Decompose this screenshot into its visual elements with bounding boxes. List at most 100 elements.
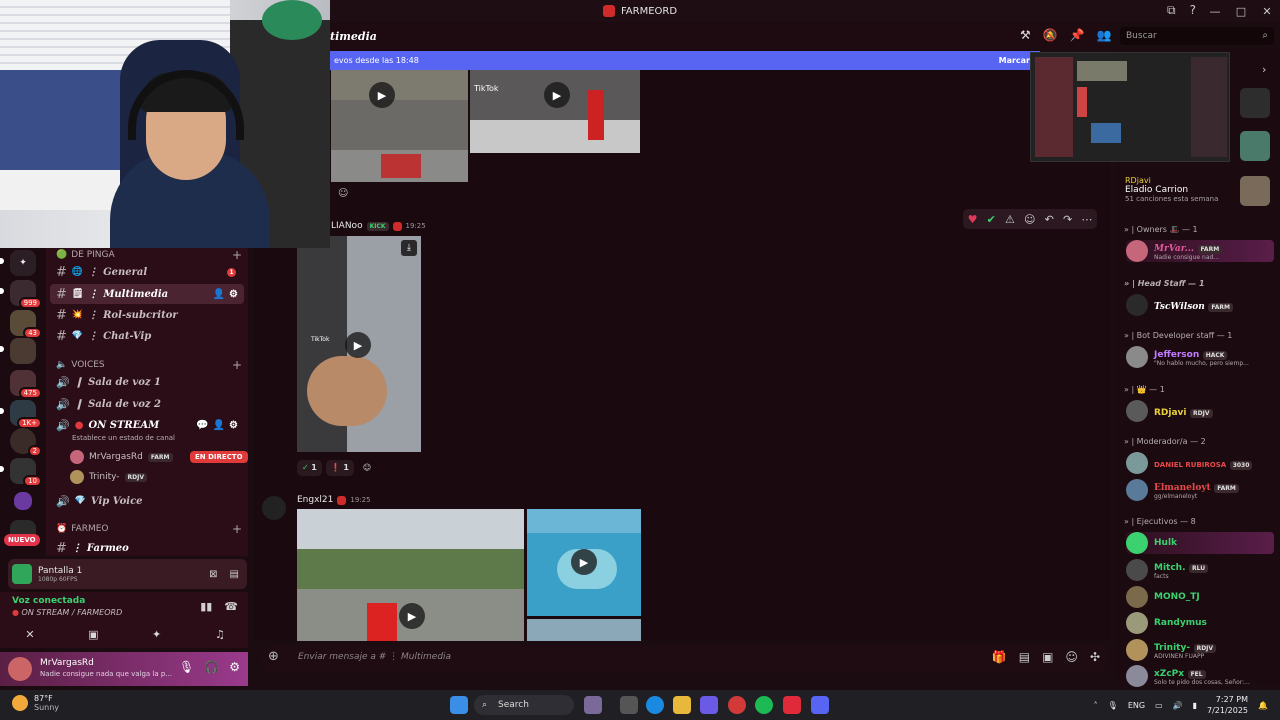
more-icon[interactable]: ⋯: [1081, 213, 1092, 226]
member-item[interactable]: MONO_TJ: [1126, 586, 1200, 608]
gear-icon[interactable]: ⚙: [229, 420, 238, 431]
channel-status-hint[interactable]: Establece un estado de canal: [72, 434, 175, 442]
gear-icon[interactable]: ⚙: [229, 660, 240, 674]
microphone-icon[interactable]: 🎙: [1108, 701, 1118, 710]
gif-icon[interactable]: ▤: [1019, 650, 1030, 664]
channel-general[interactable]: # 🌐 ⋮ General 1: [50, 262, 244, 282]
maximize-button[interactable]: □: [1228, 5, 1254, 18]
chrome-icon[interactable]: [728, 696, 746, 714]
widgets-app-icon[interactable]: [584, 696, 602, 714]
member-item[interactable]: Elmaneloyt FARM gg/elmaneloyt: [1126, 479, 1239, 501]
reply-icon[interactable]: ↶: [1045, 213, 1054, 226]
new-messages-bar[interactable]: evos desde las 18:48 Marcar: [330, 51, 1040, 70]
start-button[interactable]: [450, 696, 468, 714]
channel-farmeo[interactable]: # ⋮ Farmeo: [50, 538, 244, 558]
play-icon[interactable]: ▶: [544, 82, 570, 108]
voice-channel-vip[interactable]: 🔊 💎 Vip Voice: [50, 491, 244, 511]
add-reaction-icon[interactable]: ☺: [338, 188, 348, 199]
upload-icon[interactable]: ⊕: [268, 649, 279, 664]
channel-rol-subcritor[interactable]: # 💥 ⋮ Rol-subcritor: [50, 305, 244, 325]
avatar[interactable]: [8, 657, 32, 681]
member-item[interactable]: xZcPx FEL Solo te pido dos cosas, Señor:.…: [1126, 665, 1250, 687]
member-item[interactable]: Jefferson HACK "No hablo mucho, pero siem…: [1126, 346, 1249, 368]
minimize-button[interactable]: —: [1202, 5, 1228, 18]
inbox-icon[interactable]: ⧉: [1167, 3, 1176, 18]
folder-icon[interactable]: [14, 492, 32, 510]
member-item[interactable]: DANIEL RUBIROSA 3030: [1126, 452, 1253, 474]
play-icon[interactable]: ▶: [369, 82, 395, 108]
members-icon[interactable]: 👥: [1097, 28, 1112, 42]
voice-user-trinity[interactable]: Trinity- RDJV: [70, 470, 148, 484]
server-icon[interactable]: 475: [10, 370, 42, 399]
gift-icon[interactable]: 🎁: [992, 650, 1007, 664]
search-input[interactable]: Buscar ⌕: [1120, 27, 1274, 45]
weather-widget[interactable]: 87°F Sunny: [12, 694, 59, 712]
emoji-icon[interactable]: ☺: [1065, 650, 1078, 664]
activity-icon[interactable]: [1240, 88, 1270, 118]
soundboard-button[interactable]: ♫: [202, 628, 238, 644]
notifications-icon[interactable]: 🔔: [1258, 701, 1268, 710]
taskbar-search[interactable]: ⌕ Search: [474, 695, 574, 715]
network-icon[interactable]: ▭: [1155, 701, 1163, 710]
stop-share-icon[interactable]: ⊠: [209, 569, 217, 580]
user-name[interactable]: MrVargasRd: [40, 658, 94, 668]
invite-icon[interactable]: 👤: [213, 420, 225, 431]
category-voices[interactable]: 🔈 VOICES +: [56, 358, 242, 372]
gear-icon[interactable]: ⚙: [229, 289, 238, 300]
channel-multimedia[interactable]: # 🗒 ⋮ Multimedia 👤 ⚙: [50, 284, 244, 304]
help-icon[interactable]: ?: [1190, 3, 1196, 18]
voice-channel-1[interactable]: 🔊 ❙ Sala de voz 1: [50, 372, 244, 392]
check-reaction-icon[interactable]: ✔: [987, 213, 996, 226]
reaction-check[interactable]: ✓ 1: [297, 460, 322, 476]
video-attachment[interactable]: TikTok ▶ ⤓: [297, 236, 421, 452]
message-composer[interactable]: ⊕ Enviar mensaje a # ⋮ Multimedia 🎁 ▤ ▣ …: [262, 645, 1108, 671]
voice-channel-on-stream[interactable]: 🔊 ● ON STREAM 💬 👤 ⚙: [50, 415, 244, 435]
headphones-icon[interactable]: 🎧: [204, 660, 219, 674]
camera-button[interactable]: ✕: [12, 628, 48, 644]
close-button[interactable]: ✕: [1254, 5, 1280, 18]
video-attachment[interactable]: ▶: [527, 509, 641, 616]
voice-channel-2[interactable]: 🔊 ❙ Sala de voz 2: [50, 394, 244, 414]
video-attachment[interactable]: TikTok ▶: [470, 70, 640, 153]
clock[interactable]: 7:27 PM 7/21/2025: [1207, 694, 1248, 716]
play-icon[interactable]: ▶: [345, 332, 371, 358]
share-screen-button[interactable]: ▣: [75, 628, 111, 644]
server-icon[interactable]: 43: [10, 310, 42, 339]
voice-connected-status[interactable]: Voz conectada: [12, 596, 85, 606]
volume-icon[interactable]: 🔊: [1173, 701, 1183, 710]
server-icon[interactable]: [10, 338, 36, 364]
play-icon[interactable]: ▶: [399, 603, 425, 629]
invite-icon[interactable]: 👤: [213, 289, 225, 300]
stream-preview[interactable]: [1030, 52, 1230, 162]
channel-chat-vip[interactable]: # 💎 ⋮ Chat-Vip: [50, 326, 244, 346]
file-explorer-icon[interactable]: [673, 696, 691, 714]
noise-suppression-icon[interactable]: ▮▮: [200, 600, 212, 613]
member-item[interactable]: Randymus: [1126, 612, 1207, 634]
member-item[interactable]: RDjavi RDJV: [1126, 400, 1213, 422]
warning-reaction-icon[interactable]: ⚠: [1005, 213, 1015, 226]
message-input[interactable]: Enviar mensaje a # ⋮ Multimedia: [298, 652, 451, 662]
member-item[interactable]: TscWilson FARM: [1126, 294, 1233, 316]
play-icon[interactable]: ▶: [571, 549, 597, 575]
microphone-icon[interactable]: 🎙: [179, 660, 194, 674]
server-icon[interactable]: 2: [10, 428, 42, 457]
threads-icon[interactable]: ⚒: [1020, 28, 1031, 42]
popout-icon[interactable]: ▤: [230, 569, 239, 580]
discord-icon[interactable]: [811, 696, 829, 714]
chat-icon[interactable]: 💬: [196, 420, 208, 431]
activity-icon[interactable]: [1240, 131, 1270, 161]
apps-icon[interactable]: ✣: [1090, 650, 1100, 664]
voice-connected-channel[interactable]: ● ON STREAM / FARMEORD: [12, 608, 122, 617]
member-item[interactable]: Hulk: [1126, 532, 1274, 554]
chevron-up-icon[interactable]: ˄: [1094, 701, 1098, 710]
chevron-right-icon[interactable]: ›: [1262, 63, 1266, 76]
add-reaction-icon[interactable]: ☺: [1024, 213, 1035, 226]
pin-icon[interactable]: 📌: [1070, 28, 1085, 42]
add-reaction-icon[interactable]: ☺: [358, 460, 376, 476]
category-farmeo[interactable]: ⏰ FARMEO +: [56, 522, 242, 536]
sticker-icon[interactable]: ▣: [1042, 650, 1053, 664]
download-icon[interactable]: ⤓: [401, 240, 417, 256]
member-item[interactable]: Trinity- RDJV ADIVINEN FUAPP: [1126, 639, 1217, 661]
member-item[interactable]: MrVar... FARM Nadie consigue nad...: [1126, 240, 1274, 262]
reaction-exclamation[interactable]: ❗ 1: [325, 460, 354, 476]
